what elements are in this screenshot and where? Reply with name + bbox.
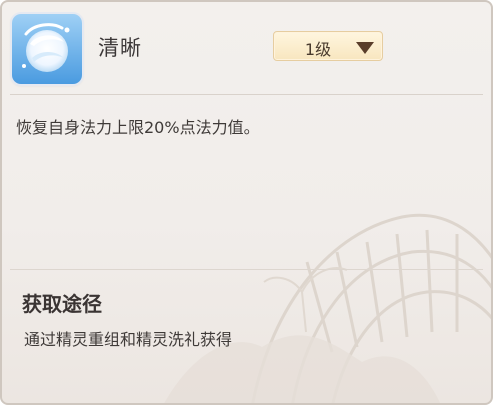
source-text: 通过精灵重组和精灵洗礼获得 — [24, 330, 233, 349]
level-value: 1级 — [304, 40, 332, 59]
skill-name: 清晰 — [98, 36, 142, 60]
dropdown-arrow-icon — [356, 42, 374, 54]
source-heading: 获取途径 — [22, 292, 102, 316]
swirl-orb-icon — [12, 14, 82, 84]
level-dropdown[interactable]: 1级 — [273, 31, 383, 61]
skill-icon — [12, 14, 82, 84]
skill-description: 恢复自身法力上限20%点法力值。 — [16, 118, 260, 137]
skill-detail-panel: 清晰 1级 恢复自身法力上限20%点法力值。 获取途径 通过精灵重组和精灵洗礼获… — [0, 0, 493, 405]
divider — [10, 269, 483, 270]
divider — [10, 94, 483, 95]
